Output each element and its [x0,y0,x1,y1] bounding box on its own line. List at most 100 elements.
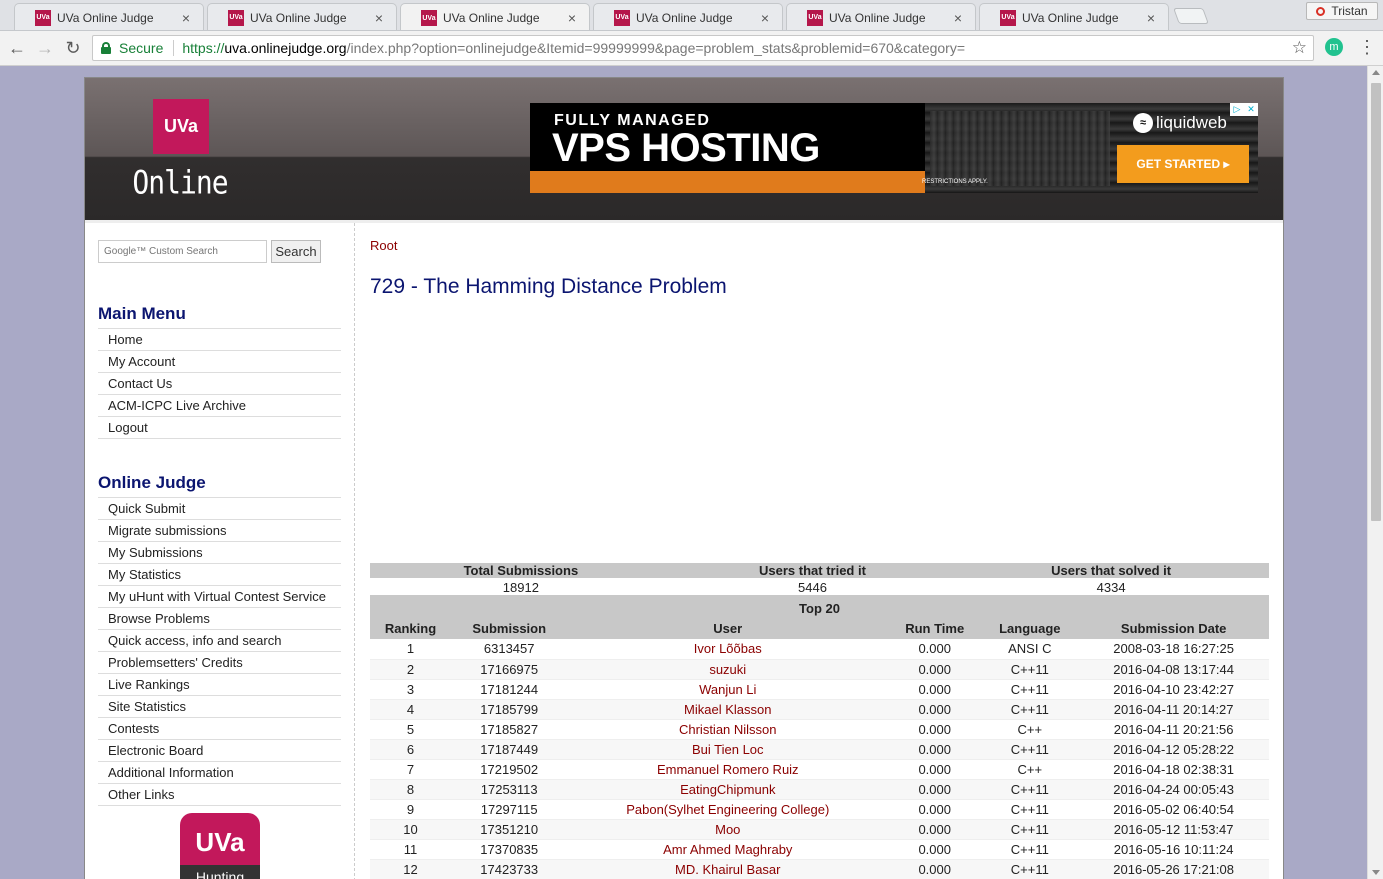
reload-icon[interactable]: ↻ [62,37,84,59]
user-link[interactable]: MD. Khairul Basar [567,859,889,879]
runtime-cell: 0.000 [888,659,982,680]
search-input[interactable] [98,240,267,263]
browser-tab[interactable]: UVa UVa Online Judge × [400,3,590,30]
uva-logo[interactable]: UVa [153,99,209,154]
user-link[interactable]: Wanjun Li [567,679,889,700]
submission-cell: 17423733 [451,859,568,879]
submission-cell: 17297115 [451,799,568,820]
user-link[interactable]: Christian Nilsson [567,719,889,740]
profile-name: Tristan [1331,4,1368,18]
main-menu-item[interactable]: ACM-ICPC Live Archive [98,395,341,417]
ranking-cell: 3 [370,679,452,700]
ad-brand-name: liquidweb [1156,113,1227,132]
online-judge-menu-item[interactable]: My Statistics [98,564,341,586]
address-bar[interactable]: Secure https://uva.onlinejudge.org/index… [92,35,1314,61]
online-judge-menu-item[interactable]: Quick Submit [98,498,341,520]
page-scrollbar[interactable] [1367,66,1383,879]
tab-title: UVa Online Judge [250,10,347,25]
sidebar: Search Main Menu HomeMy AccountContact U… [85,223,355,879]
online-judge-menu-item[interactable]: My uHunt with Virtual Contest Service [98,586,341,608]
user-link[interactable]: Emmanuel Romero Ruiz [567,759,889,780]
problem-stats-table: Total Submissions Users that tried it User… [370,563,1269,598]
browser-tab[interactable]: UVa UVa Online Judge × [786,3,976,30]
user-link[interactable]: Ivor Lõõbas [567,639,889,660]
adchoices-icon[interactable]: ▷ ✕ [1230,103,1258,116]
forward-icon[interactable]: → [34,37,56,59]
online-judge-menu-item[interactable]: Problemsetters' Credits [98,652,341,674]
runtime-cell: 0.000 [888,739,982,760]
uhunt-logo[interactable]: UVa Hunting [180,813,260,879]
online-judge-menu-item[interactable]: Migrate submissions [98,520,341,542]
tab-close-icon[interactable]: × [951,10,965,26]
top20-column-header: Language [981,618,1079,639]
scrollbar-thumb[interactable] [1371,83,1381,521]
scroll-up-icon[interactable] [1372,70,1380,75]
browser-tab[interactable]: UVa UVa Online Judge × [14,3,204,30]
top20-column-header: Submission Date [1078,618,1269,639]
user-link[interactable]: Mikael Klasson [567,699,889,720]
browser-tab[interactable]: UVa UVa Online Judge × [979,3,1169,30]
runtime-cell: 0.000 [888,759,982,780]
stats-header: Total Submissions [370,563,672,578]
tab-close-icon[interactable]: × [565,10,579,26]
main-menu-heading: Main Menu [98,304,186,323]
main-menu-item[interactable]: My Account [98,351,341,373]
url-path: /index.php?option=onlinejudge&Itemid=999… [346,40,966,56]
ad-get-started-button[interactable]: GET STARTED ▸ [1117,145,1249,183]
submission-cell: 17185799 [451,699,568,720]
online-judge-menu-item[interactable]: Contests [98,718,341,740]
menu-icon[interactable]: ⋮ [1358,37,1376,58]
user-link[interactable]: Bui Tien Loc [567,739,889,760]
browser-tab[interactable]: UVa UVa Online Judge × [207,3,397,30]
site-logo-text[interactable]: Online Judge [105,157,255,254]
bookmark-star-icon[interactable]: ☆ [1292,38,1307,58]
online-judge-menu-item[interactable]: Live Rankings [98,674,341,696]
tab-close-icon[interactable]: × [179,10,193,26]
tab-close-icon[interactable]: × [1144,10,1158,26]
extension-icon[interactable]: m [1325,38,1343,56]
tab-title: UVa Online Judge [57,10,154,25]
submission-cell: 17219502 [451,759,568,780]
language-cell: ANSI C [981,639,1079,660]
tab-close-icon[interactable]: × [372,10,386,26]
back-icon[interactable]: ← [6,37,28,59]
user-link[interactable]: Pabon(Sylhet Engineering College) [567,799,889,820]
date-cell: 2016-04-11 20:14:27 [1078,699,1269,720]
date-cell: 2016-04-10 23:42:27 [1078,679,1269,700]
online-judge-menu-item[interactable]: My Submissions [98,542,341,564]
tab-title: UVa Online Judge [636,10,733,25]
date-cell: 2016-04-12 05:28:22 [1078,739,1269,760]
browser-tab[interactable]: UVa UVa Online Judge × [593,3,783,30]
online-judge-menu-item[interactable]: Quick access, info and search [98,630,341,652]
user-link[interactable]: Amr Ahmed Maghraby [567,839,889,860]
main-menu-item[interactable]: Logout [98,417,341,439]
liquidweb-logo-icon: ≈ [1133,113,1153,133]
ranking-cell: 1 [370,639,452,660]
main-menu-item[interactable]: Contact Us [98,373,341,395]
online-judge-menu-item[interactable]: Site Statistics [98,696,341,718]
user-link[interactable]: suzuki [567,659,889,680]
online-judge-menu-item[interactable]: Electronic Board [98,740,341,762]
scroll-down-icon[interactable] [1372,870,1380,875]
new-tab-button[interactable] [1173,8,1209,24]
ad-banner[interactable]: FULLY MANAGED VPS HOSTING RESTRICTIONS A… [530,103,1258,193]
main-menu-item[interactable]: Home [98,329,341,351]
online-judge-menu-item[interactable]: Other Links [98,784,341,806]
online-judge-menu-item[interactable]: Browse Problems [98,608,341,630]
ranking-cell: 8 [370,779,452,800]
search-button[interactable]: Search [271,240,321,263]
runtime-cell: 0.000 [888,839,982,860]
breadcrumb[interactable]: Root [370,238,397,253]
user-link[interactable]: Moo [567,819,889,840]
user-link[interactable]: EatingChipmunk [567,779,889,800]
date-cell: 2016-05-16 10:11:24 [1078,839,1269,860]
uhunt-logo-bottom: Hunting [180,865,260,879]
profile-button[interactable]: Tristan [1306,2,1378,20]
table-row: 4 17185799 Mikael Klasson 0.000 C++11 2016-04… [370,699,1269,720]
online-judge-menu-item[interactable]: Additional Information [98,762,341,784]
top20-column-header: Ranking [370,618,452,639]
table-row: 9 17297115 Pabon(Sylhet Engineering Colleg… [370,799,1269,820]
tab-close-icon[interactable]: × [758,10,772,26]
uva-favicon-icon: UVa [421,10,437,26]
page-container: UVa Online Judge FULLY MANAGED VPS HOSTI… [84,77,1284,879]
